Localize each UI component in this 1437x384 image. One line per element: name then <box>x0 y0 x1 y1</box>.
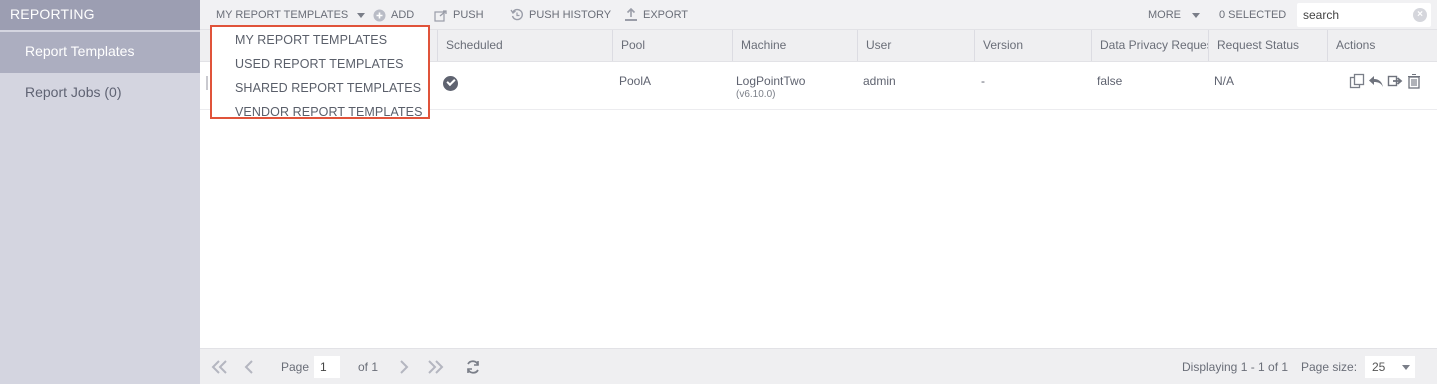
col-header-scheduled[interactable]: Scheduled <box>437 30 613 61</box>
of-pages-label: of 1 <box>358 360 379 374</box>
sidebar-item-label: Report Jobs (0) <box>25 84 122 100</box>
history-icon <box>510 8 524 22</box>
chevron-right-icon <box>400 360 409 374</box>
displaying-info: Displaying 1 - 1 of 1 <box>1182 360 1289 374</box>
copy-icon[interactable] <box>1348 72 1365 89</box>
first-page-button[interactable] <box>211 349 229 384</box>
page-label: Page <box>281 360 310 374</box>
cell-machine: LogPointTwo (v6.10.0) <box>736 74 805 100</box>
col-header-actions: Actions <box>1327 30 1437 61</box>
push-button[interactable]: PUSH <box>434 0 484 30</box>
page-size-label: Page size: <box>1301 360 1358 374</box>
col-header-data-privacy[interactable]: Data Privacy Reques <box>1091 30 1208 61</box>
caret-down-icon <box>1192 12 1200 18</box>
templates-dropdown: MY REPORT TEMPLATES USED REPORT TEMPLATE… <box>210 25 430 119</box>
col-header-user[interactable]: User <box>857 30 974 61</box>
page-input-wrap <box>314 349 340 384</box>
export-label: EXPORT <box>643 9 689 21</box>
caret-down-icon <box>357 12 366 18</box>
more-button[interactable]: MORE <box>1148 0 1200 30</box>
refresh-icon <box>467 360 479 374</box>
dropdown-item-vendor-templates[interactable]: VENDOR REPORT TEMPLATES <box>212 101 428 125</box>
sidebar-item-report-templates[interactable]: Report Templates <box>0 32 200 73</box>
pagination-bar: Page of 1 Displaying 1 - 1 of 1 Page siz… <box>200 348 1437 384</box>
caret-down-icon <box>1402 365 1410 370</box>
clear-icon[interactable]: × <box>1413 8 1427 22</box>
col-header-machine[interactable]: Machine <box>732 30 857 61</box>
page-size-select[interactable]: 25 <box>1365 356 1415 378</box>
dropdown-item-used-templates[interactable]: USED REPORT TEMPLATES <box>212 53 428 77</box>
chevron-left-icon <box>244 360 253 374</box>
dropdown-item-shared-templates[interactable]: SHARED REPORT TEMPLATES <box>212 77 428 101</box>
next-page-button[interactable] <box>398 349 410 384</box>
trash-icon[interactable] <box>1405 72 1422 89</box>
page-input[interactable] <box>314 356 340 378</box>
selected-count: 0 SELECTED <box>1219 0 1286 30</box>
col-header-version[interactable]: Version <box>974 30 1091 61</box>
search-input[interactable] <box>1297 3 1407 27</box>
push-history-label: PUSH HISTORY <box>529 9 612 21</box>
col-header-request-status[interactable]: Request Status <box>1208 30 1327 61</box>
more-label: MORE <box>1148 9 1181 21</box>
refresh-button[interactable] <box>465 349 481 384</box>
sidebar: REPORTING Report Templates Report Jobs (… <box>0 0 200 384</box>
sidebar-item-label: Report Templates <box>25 43 135 59</box>
row-actions <box>1348 72 1422 89</box>
page-size-select-wrap: 25 <box>1365 349 1415 384</box>
last-page-button[interactable] <box>426 349 444 384</box>
push-label: PUSH <box>453 9 484 21</box>
export-button[interactable]: EXPORT <box>624 0 688 30</box>
machine-version: (v6.10.0) <box>736 89 776 100</box>
push-history-button[interactable]: PUSH HISTORY <box>510 0 611 30</box>
cell-pool: PoolA <box>619 74 652 88</box>
col-select[interactable] <box>200 30 210 61</box>
push-icon <box>434 8 448 22</box>
sidebar-item-report-jobs[interactable]: Report Jobs (0) <box>0 73 200 113</box>
cell-data-privacy: false <box>1097 74 1123 88</box>
page-size-value: 25 <box>1372 360 1386 374</box>
machine-name: LogPointTwo <box>736 74 806 88</box>
share-icon[interactable] <box>1367 72 1384 89</box>
col-header-pool[interactable]: Pool <box>612 30 732 61</box>
selected-count-label: 0 SELECTED <box>1219 9 1287 21</box>
double-chevron-right-icon <box>428 360 444 374</box>
scheduled-check-icon <box>443 76 458 91</box>
double-chevron-left-icon <box>211 360 227 374</box>
export-icon <box>624 8 638 22</box>
prev-page-button[interactable] <box>243 349 255 384</box>
cell-request-status: N/A <box>1214 74 1235 88</box>
cell-user: admin <box>863 74 896 88</box>
row-checkbox[interactable] <box>206 76 208 90</box>
search-box: × <box>1297 3 1431 27</box>
push-action-icon[interactable] <box>1386 72 1403 89</box>
cell-version: - <box>981 74 985 88</box>
dropdown-item-my-templates[interactable]: MY REPORT TEMPLATES <box>212 29 428 53</box>
plus-circle-icon <box>372 8 386 22</box>
sidebar-header: REPORTING <box>0 0 200 30</box>
